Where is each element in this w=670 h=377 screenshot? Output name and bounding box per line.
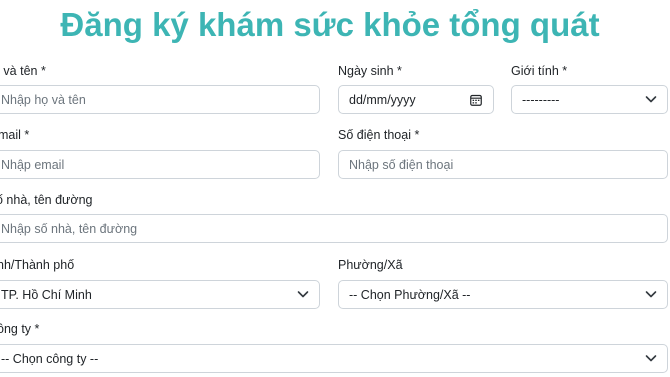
company-select[interactable]: -- Chọn công ty --: [0, 344, 668, 373]
email-input[interactable]: Nhập email: [0, 150, 320, 179]
chevron-down-icon: [645, 355, 657, 362]
province-label: nh/Thành phố: [0, 258, 75, 272]
page-title: Đăng ký khám sức khỏe tổng quát: [60, 6, 600, 43]
address-label: ố nhà, tên đường: [0, 193, 93, 207]
company-value: -- Chọn công ty --: [1, 351, 99, 366]
gender-select[interactable]: ---------: [511, 85, 668, 114]
ward-value: -- Chọn Phường/Xã --: [349, 287, 471, 302]
calendar-icon[interactable]: [470, 94, 482, 106]
phone-placeholder: Nhập số điện thoại: [349, 157, 454, 172]
province-value: TP. Hồ Chí Minh: [1, 287, 92, 302]
ward-select[interactable]: -- Chọn Phường/Xã --: [338, 280, 668, 309]
email-label: mail *: [0, 128, 30, 142]
chevron-down-icon: [297, 291, 309, 298]
phone-label: Số điện thoại *: [338, 128, 420, 142]
dob-value: dd/mm/yyyy: [349, 92, 416, 107]
address-placeholder: Nhập số nhà, tên đường: [1, 221, 138, 236]
full-name-placeholder: Nhập họ và tên: [1, 92, 86, 107]
chevron-down-icon: [645, 96, 657, 103]
dob-label: Ngày sinh *: [338, 64, 402, 78]
full-name-label: ọ và tên *: [0, 64, 46, 78]
dob-input[interactable]: dd/mm/yyyy: [338, 85, 494, 114]
full-name-input[interactable]: Nhập họ và tên: [0, 85, 320, 114]
chevron-down-icon: [645, 291, 657, 298]
phone-input[interactable]: Nhập số điện thoại: [338, 150, 668, 179]
registration-form: Đăng ký khám sức khỏe tổng quát ọ và tên…: [0, 0, 670, 377]
email-placeholder: Nhập email: [1, 157, 65, 172]
ward-label: Phường/Xã: [338, 258, 403, 272]
company-label: ông ty *: [0, 322, 40, 336]
gender-value: ---------: [522, 92, 560, 107]
gender-label: Giới tính *: [511, 64, 568, 78]
address-input[interactable]: Nhập số nhà, tên đường: [0, 214, 668, 243]
province-select[interactable]: TP. Hồ Chí Minh: [0, 280, 320, 309]
